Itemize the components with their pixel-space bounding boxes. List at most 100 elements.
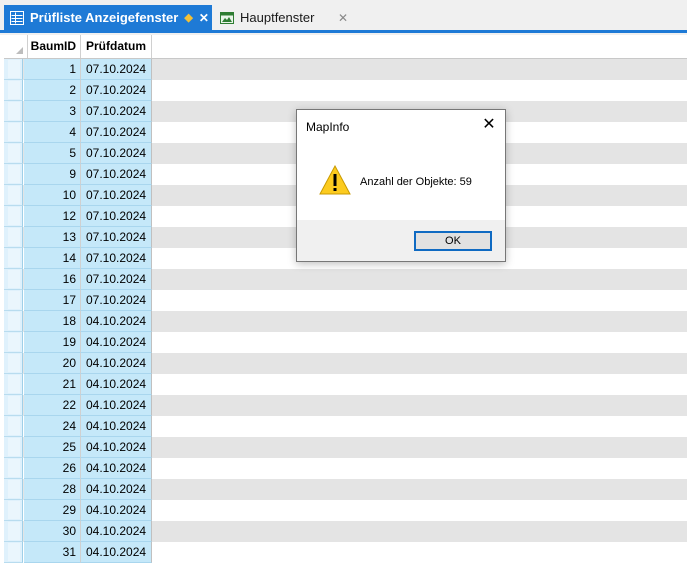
- cell-baumid[interactable]: 17: [24, 290, 81, 311]
- cell-pruefdatum[interactable]: 04.10.2024: [81, 542, 152, 563]
- row-selector[interactable]: [4, 101, 23, 122]
- cell-baumid[interactable]: 29: [24, 500, 81, 521]
- select-all-corner[interactable]: [4, 35, 28, 58]
- cell-pruefdatum[interactable]: 07.10.2024: [81, 164, 152, 185]
- cell-baumid[interactable]: 2: [24, 80, 81, 101]
- cell-baumid[interactable]: 16: [24, 269, 81, 290]
- cell-baumid[interactable]: 5: [24, 143, 81, 164]
- row-selector[interactable]: [4, 479, 23, 500]
- cell-baumid[interactable]: 21: [24, 374, 81, 395]
- cell-baumid[interactable]: 19: [24, 332, 81, 353]
- cell-pruefdatum[interactable]: 04.10.2024: [81, 353, 152, 374]
- message-dialog: MapInfo ✕ Anzahl der Objekte: 59 OK: [296, 109, 506, 262]
- cell-pruefdatum[interactable]: 04.10.2024: [81, 521, 152, 542]
- row-selector[interactable]: [4, 332, 23, 353]
- cell-pruefdatum[interactable]: 07.10.2024: [81, 206, 152, 227]
- cell-pruefdatum[interactable]: 04.10.2024: [81, 500, 152, 521]
- cell-pruefdatum[interactable]: 04.10.2024: [81, 416, 152, 437]
- row-selector[interactable]: [4, 500, 23, 521]
- table-row[interactable]: 30 04.10.2024: [4, 521, 687, 542]
- table-row[interactable]: 20 04.10.2024: [4, 353, 687, 374]
- cell-pruefdatum[interactable]: 07.10.2024: [81, 101, 152, 122]
- pin-icon[interactable]: ◆: [184, 11, 192, 24]
- close-icon[interactable]: ✕: [481, 116, 497, 134]
- cell-baumid[interactable]: 31: [24, 542, 81, 563]
- cell-pruefdatum[interactable]: 07.10.2024: [81, 122, 152, 143]
- cell-pruefdatum[interactable]: 04.10.2024: [81, 437, 152, 458]
- table-row[interactable]: 1 07.10.2024: [4, 59, 687, 80]
- row-selector[interactable]: [4, 143, 23, 164]
- row-selector[interactable]: [4, 311, 23, 332]
- cell-pruefdatum[interactable]: 07.10.2024: [81, 269, 152, 290]
- table-row[interactable]: 28 04.10.2024: [4, 479, 687, 500]
- table-row[interactable]: 22 04.10.2024: [4, 395, 687, 416]
- table-row[interactable]: 21 04.10.2024: [4, 374, 687, 395]
- warning-icon: [319, 165, 351, 195]
- close-icon[interactable]: ✕: [338, 11, 348, 25]
- cell-baumid[interactable]: 20: [24, 353, 81, 374]
- table-row[interactable]: 26 04.10.2024: [4, 458, 687, 479]
- row-selector[interactable]: [4, 353, 23, 374]
- cell-baumid[interactable]: 10: [24, 185, 81, 206]
- row-selector[interactable]: [4, 458, 23, 479]
- cell-pruefdatum[interactable]: 07.10.2024: [81, 59, 152, 80]
- table-row[interactable]: 2 07.10.2024: [4, 80, 687, 101]
- cell-pruefdatum[interactable]: 04.10.2024: [81, 395, 152, 416]
- row-selector[interactable]: [4, 248, 23, 269]
- cell-pruefdatum[interactable]: 07.10.2024: [81, 290, 152, 311]
- cell-baumid[interactable]: 9: [24, 164, 81, 185]
- cell-baumid[interactable]: 22: [24, 395, 81, 416]
- table-row[interactable]: 19 04.10.2024: [4, 332, 687, 353]
- cell-pruefdatum[interactable]: 07.10.2024: [81, 248, 152, 269]
- cell-baumid[interactable]: 14: [24, 248, 81, 269]
- row-selector[interactable]: [4, 80, 23, 101]
- row-selector[interactable]: [4, 542, 23, 563]
- cell-baumid[interactable]: 30: [24, 521, 81, 542]
- cell-pruefdatum[interactable]: 04.10.2024: [81, 479, 152, 500]
- table-row[interactable]: 16 07.10.2024: [4, 269, 687, 290]
- table-row[interactable]: 24 04.10.2024: [4, 416, 687, 437]
- table-row[interactable]: 25 04.10.2024: [4, 437, 687, 458]
- row-selector[interactable]: [4, 122, 23, 143]
- row-selector[interactable]: [4, 227, 23, 248]
- cell-pruefdatum[interactable]: 04.10.2024: [81, 311, 152, 332]
- column-header-baumid[interactable]: BaumID: [28, 35, 81, 58]
- cell-pruefdatum[interactable]: 04.10.2024: [81, 458, 152, 479]
- row-selector[interactable]: [4, 269, 23, 290]
- cell-pruefdatum[interactable]: 04.10.2024: [81, 332, 152, 353]
- column-header-pruefdatum[interactable]: Prüfdatum: [81, 35, 152, 58]
- cell-baumid[interactable]: 13: [24, 227, 81, 248]
- row-selector[interactable]: [4, 521, 23, 542]
- cell-baumid[interactable]: 25: [24, 437, 81, 458]
- row-selector[interactable]: [4, 416, 23, 437]
- cell-pruefdatum[interactable]: 07.10.2024: [81, 143, 152, 164]
- table-row[interactable]: 17 07.10.2024: [4, 290, 687, 311]
- cell-baumid[interactable]: 3: [24, 101, 81, 122]
- cell-baumid[interactable]: 26: [24, 458, 81, 479]
- cell-pruefdatum[interactable]: 07.10.2024: [81, 185, 152, 206]
- row-selector[interactable]: [4, 164, 23, 185]
- cell-pruefdatum[interactable]: 07.10.2024: [81, 227, 152, 248]
- cell-pruefdatum[interactable]: 04.10.2024: [81, 374, 152, 395]
- table-row[interactable]: 29 04.10.2024: [4, 500, 687, 521]
- row-selector[interactable]: [4, 437, 23, 458]
- table-row[interactable]: 31 04.10.2024: [4, 542, 687, 563]
- row-selector[interactable]: [4, 185, 23, 206]
- cell-pruefdatum[interactable]: 07.10.2024: [81, 80, 152, 101]
- tab-pruefliste[interactable]: Prüfliste Anzeigefenster ◆ ✕: [4, 5, 212, 30]
- row-selector[interactable]: [4, 395, 23, 416]
- row-selector[interactable]: [4, 206, 23, 227]
- cell-baumid[interactable]: 28: [24, 479, 81, 500]
- cell-baumid[interactable]: 4: [24, 122, 81, 143]
- table-row[interactable]: 18 04.10.2024: [4, 311, 687, 332]
- cell-baumid[interactable]: 18: [24, 311, 81, 332]
- cell-baumid[interactable]: 12: [24, 206, 81, 227]
- tab-hauptfenster[interactable]: Hauptfenster ✕: [214, 5, 364, 30]
- row-selector[interactable]: [4, 59, 23, 80]
- cell-baumid[interactable]: 24: [24, 416, 81, 437]
- row-selector[interactable]: [4, 374, 23, 395]
- cell-baumid[interactable]: 1: [24, 59, 81, 80]
- row-selector[interactable]: [4, 290, 23, 311]
- ok-button[interactable]: OK: [414, 231, 492, 251]
- close-icon[interactable]: ✕: [199, 11, 209, 25]
